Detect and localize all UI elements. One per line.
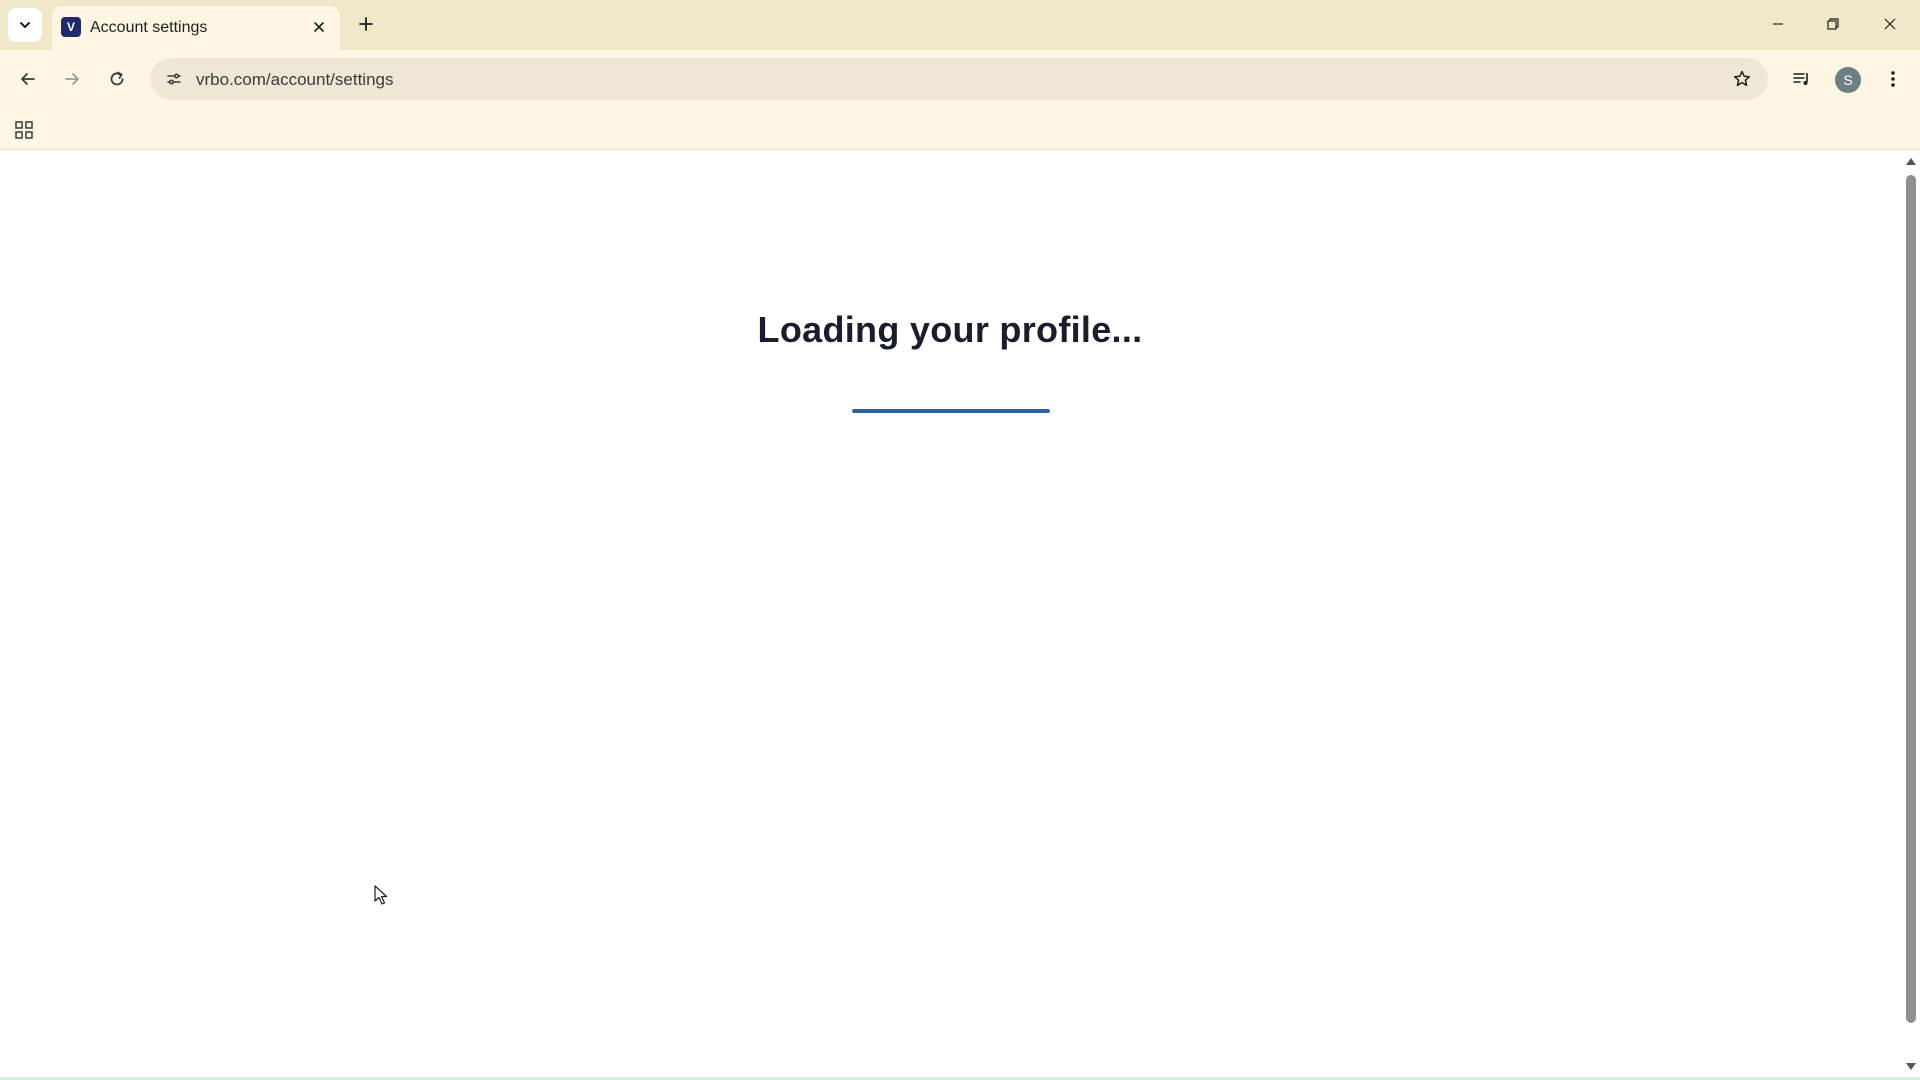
tab-account-settings[interactable]: V Account settings — [52, 6, 340, 50]
loading-progress-bar — [852, 409, 1050, 413]
apps-grid-icon — [15, 121, 33, 139]
browser-menu-button[interactable] — [1876, 62, 1910, 96]
mouse-cursor-icon — [374, 885, 388, 905]
scroll-up-button[interactable] — [1905, 155, 1917, 167]
page-viewport: Loading your profile... — [0, 151, 1902, 1078]
vrbo-favicon-icon: V — [61, 17, 81, 37]
url-text: vrbo.com/account/settings — [196, 70, 394, 89]
restore-button[interactable] — [1811, 6, 1855, 42]
kebab-menu-icon — [1891, 71, 1895, 87]
close-window-button[interactable] — [1868, 6, 1912, 42]
reload-button[interactable] — [100, 62, 134, 96]
profile-avatar[interactable]: S — [1835, 67, 1861, 93]
triangle-up-icon — [1906, 158, 1916, 165]
forward-arrow-icon — [65, 73, 79, 85]
star-icon — [1733, 70, 1751, 87]
apps-button[interactable] — [10, 116, 38, 144]
scrollbar-thumb[interactable] — [1906, 175, 1916, 1023]
plus-icon — [359, 17, 373, 31]
vertical-scrollbar[interactable] — [1902, 151, 1920, 1078]
back-button[interactable] — [11, 62, 45, 96]
tab-title: Account settings — [90, 19, 208, 36]
scroll-down-button[interactable] — [1905, 1061, 1917, 1073]
bookmarks-bar — [0, 108, 1920, 150]
bookmark-star-button[interactable] — [1726, 63, 1758, 95]
triangle-down-icon — [1906, 1063, 1916, 1070]
chevron-down-icon — [20, 22, 30, 28]
site-info-button[interactable] — [158, 63, 190, 95]
media-control-icon — [1793, 73, 1808, 85]
back-arrow-icon — [21, 73, 35, 85]
media-control-button[interactable] — [1785, 62, 1819, 96]
tab-search-button[interactable] — [8, 8, 42, 42]
close-icon — [314, 22, 324, 32]
forward-button[interactable] — [55, 62, 89, 96]
minimize-button[interactable] — [1756, 6, 1800, 42]
tab-strip: V Account settings — [0, 0, 1920, 50]
restore-icon — [1827, 18, 1839, 30]
minimize-icon — [1773, 23, 1783, 25]
site-info-icon — [167, 73, 181, 85]
address-bar[interactable]: vrbo.com/account/settings — [150, 58, 1768, 100]
loading-heading: Loading your profile... — [757, 309, 1143, 350]
reload-icon — [110, 71, 124, 86]
tab-close-button[interactable] — [308, 16, 330, 38]
close-icon — [1884, 18, 1896, 30]
new-tab-button[interactable] — [352, 10, 380, 38]
browser-toolbar: vrbo.com/account/settings — [0, 50, 1920, 108]
loading-progress-fill — [852, 409, 1050, 413]
